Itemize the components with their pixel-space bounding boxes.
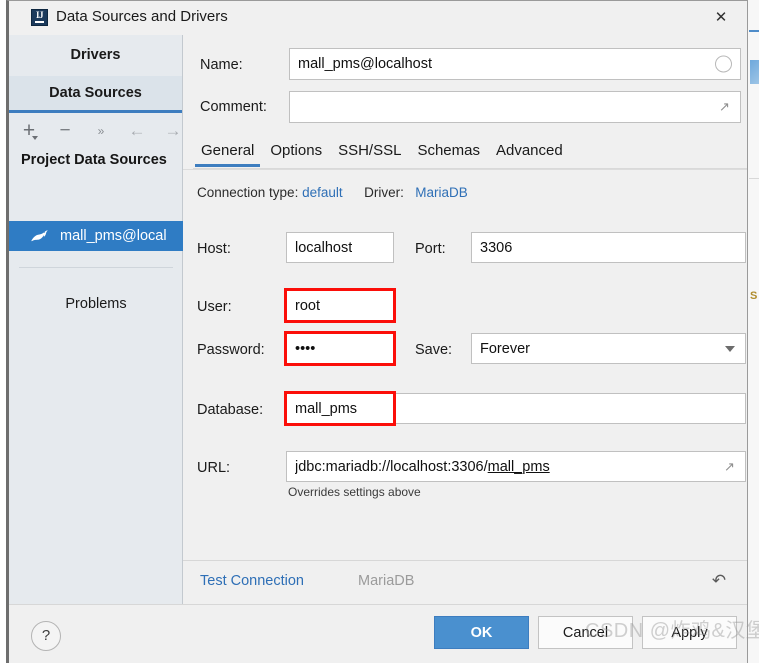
url-input-value: jdbc:mariadb://localhost:3306/mall_pms — [295, 459, 550, 475]
port-input-value: 3306 — [480, 239, 513, 256]
background-accent-line — [749, 30, 759, 32]
dialog-footer: ? OK Cancel Apply — [9, 604, 747, 663]
header-fields: Name: mall_pms@localhost Comment: ↗ — [183, 35, 747, 135]
revert-arrow-icon[interactable]: ↶ — [709, 571, 729, 591]
test-connection-button[interactable]: Test Connection — [200, 573, 304, 589]
driver-value[interactable]: MariaDB — [415, 185, 468, 200]
sidebar-tab-drivers[interactable]: Drivers — [9, 39, 182, 71]
background-accent-shape — [750, 60, 759, 84]
background-accent-text: S — [750, 290, 758, 302]
user-input[interactable]: root — [286, 290, 394, 321]
close-icon[interactable]: ✕ — [703, 3, 739, 33]
host-label: Host: — [197, 241, 231, 257]
comment-label: Comment: — [200, 99, 267, 115]
content-panel: Name: mall_pms@localhost Comment: ↗ Gene… — [183, 35, 747, 605]
connection-type-label: Connection type: — [197, 185, 299, 200]
help-button[interactable]: ? — [31, 621, 61, 651]
url-prefix: jdbc:mariadb://localhost:3306/ — [295, 458, 488, 475]
sidebar-item-mall-pms[interactable]: mall_pms@local — [9, 221, 183, 251]
tabstrip: General Options SSH/SSL Schemas Advanced — [193, 140, 747, 170]
dialog-titlebar: IJ Data Sources and Drivers ✕ — [9, 1, 747, 36]
save-dropdown[interactable]: Forever — [471, 333, 746, 364]
name-label: Name: — [200, 57, 243, 73]
remove-icon[interactable]: − — [55, 120, 75, 142]
driver-status-label: MariaDB — [358, 573, 415, 589]
tab-schemas[interactable]: Schemas — [409, 140, 488, 167]
sidebar: Drivers Data Sources + − » ← → Project D… — [9, 35, 183, 605]
data-sources-dialog: IJ Data Sources and Drivers ✕ Drivers Da… — [6, 0, 748, 663]
database-input-value: mall_pms — [295, 400, 358, 417]
comment-input[interactable]: ↗ — [289, 91, 741, 123]
sidebar-item-label: mall_pms@local — [60, 228, 167, 244]
cancel-button[interactable]: Cancel — [538, 616, 633, 649]
connection-type-row: Connection type: default Driver: MariaDB — [197, 185, 468, 200]
password-input[interactable]: •••• — [286, 333, 394, 364]
save-label: Save: — [415, 342, 453, 358]
sidebar-toolbar: + − » ← → — [9, 113, 183, 149]
ok-button[interactable]: OK — [434, 616, 529, 649]
tab-general[interactable]: General — [193, 140, 262, 167]
url-input[interactable]: jdbc:mariadb://localhost:3306/mall_pms ↗ — [286, 451, 746, 482]
sidebar-tab-data-sources[interactable]: Data Sources — [9, 76, 182, 113]
add-icon[interactable]: + — [19, 120, 39, 142]
chevron-down-icon[interactable] — [725, 345, 735, 352]
url-database-segment[interactable]: mall_pms — [488, 459, 550, 475]
tab-ssh-ssl[interactable]: SSH/SSL — [330, 140, 409, 167]
more-chevron-icon[interactable]: » — [91, 120, 111, 142]
sidebar-item-problems[interactable]: Problems — [9, 290, 183, 318]
user-label: User: — [197, 299, 232, 315]
host-input-value: localhost — [295, 239, 353, 256]
password-input-value: •••• — [295, 340, 316, 357]
url-label: URL: — [197, 460, 231, 476]
dialog-title: Data Sources and Drivers — [56, 8, 228, 25]
sidebar-separator — [19, 267, 173, 268]
color-circle-icon[interactable] — [715, 55, 732, 73]
expand-icon[interactable]: ↗ — [719, 100, 733, 114]
url-hint: Overrides settings above — [288, 485, 421, 499]
name-input-value: mall_pms@localhost — [298, 56, 432, 72]
apply-button[interactable]: Apply — [642, 616, 737, 649]
host-input[interactable]: localhost — [286, 232, 394, 263]
connection-type-value[interactable]: default — [302, 185, 343, 200]
name-input[interactable]: mall_pms@localhost — [289, 48, 741, 80]
password-label: Password: — [197, 342, 265, 358]
mariadb-seal-icon — [31, 229, 49, 243]
background-divider — [749, 178, 759, 179]
expand-icon[interactable]: ↗ — [724, 459, 738, 474]
driver-label: Driver: — [364, 185, 404, 200]
sidebar-group-header: Project Data Sources — [21, 152, 167, 168]
tab-advanced[interactable]: Advanced — [488, 140, 571, 167]
database-input[interactable]: mall_pms — [286, 393, 746, 424]
port-label: Port: — [415, 241, 446, 257]
intellij-idea-icon: IJ — [31, 9, 48, 26]
user-input-value: root — [295, 297, 320, 314]
action-bar: Test Connection MariaDB ↶ — [183, 560, 747, 605]
forward-arrow-icon[interactable]: → — [163, 120, 183, 142]
tab-options[interactable]: Options — [262, 140, 330, 167]
back-arrow-icon[interactable]: ← — [127, 120, 147, 142]
save-dropdown-value: Forever — [480, 340, 530, 357]
database-label: Database: — [197, 402, 264, 418]
screenshot-root: S IJ Data Sources and Drivers ✕ Drivers … — [0, 0, 759, 663]
port-input[interactable]: 3306 — [471, 232, 746, 263]
general-tab-panel: Connection type: default Driver: MariaDB… — [183, 169, 747, 577]
